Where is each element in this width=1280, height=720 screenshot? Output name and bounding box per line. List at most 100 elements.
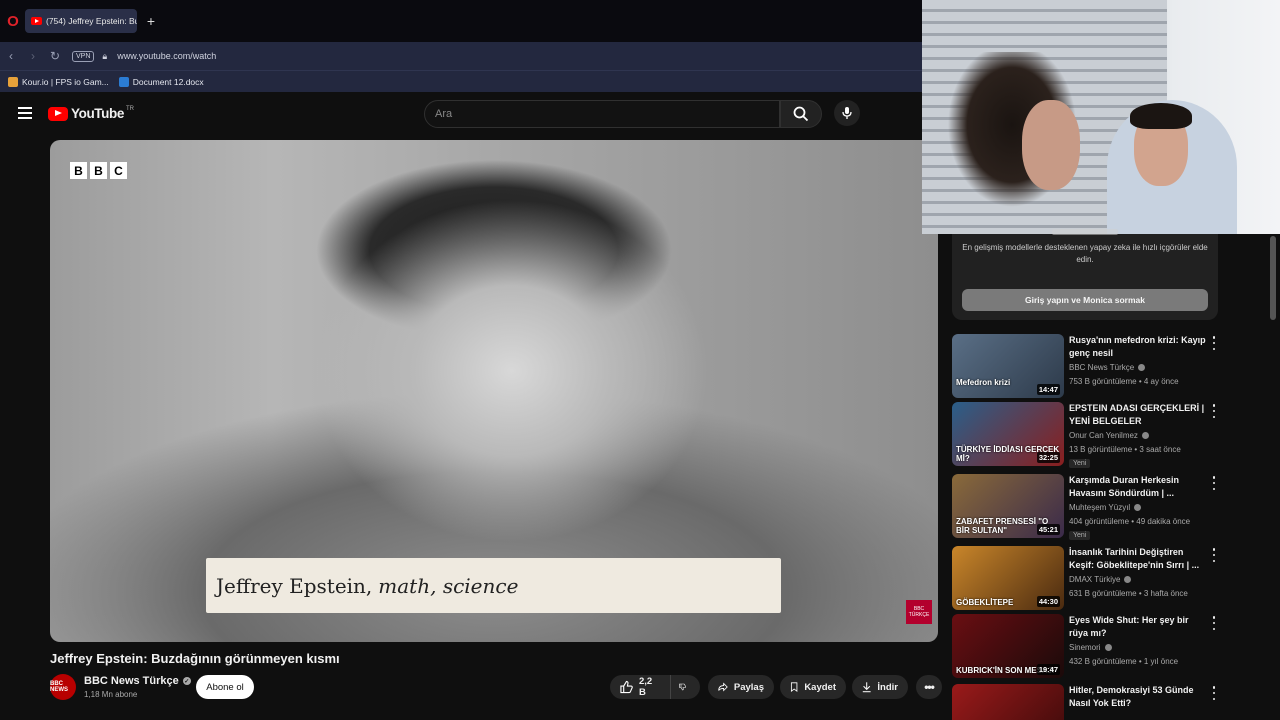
bookmark-label: Document 12.docx xyxy=(132,76,204,87)
browser-tab[interactable]: (754) Jeffrey Epstein: Buzdağının xyxy=(25,9,137,33)
download-button[interactable]: İndir xyxy=(852,675,908,699)
like-button[interactable]: 2,2 B xyxy=(610,675,670,699)
video-thumbnail[interactable]: KUBRICK'İN SON MESAJI 19:47 xyxy=(952,614,1064,678)
recommendation-channel-row[interactable]: Muhteşem Yüzyıl xyxy=(1069,503,1142,512)
youtube-wordmark: YouTube xyxy=(71,106,124,121)
forward-icon[interactable]: › xyxy=(22,49,44,63)
channel-avatar[interactable]: BBC NEWS xyxy=(50,674,76,700)
video-title: Jeffrey Epstein: Buzdağının görünmeyen k… xyxy=(50,651,340,666)
sidebar-scrollbar[interactable] xyxy=(1270,236,1276,320)
recommendation-title[interactable]: İnsanlık Tarihini Değiştiren Keşif: Göbe… xyxy=(1069,546,1209,572)
bookmark-label: Kour.io | FPS io Gam... xyxy=(22,76,109,87)
recommendation-item[interactable]: Mefedron krizi 14:47 Rusya'nın mefedron kr… xyxy=(952,334,1252,400)
webcam-face-left xyxy=(1022,100,1080,190)
subscriber-count: 1,18 Mn abone xyxy=(84,690,138,699)
recommendation-title[interactable]: Rusya'nın mefedron krizi: Kayıp genç nes… xyxy=(1069,334,1209,360)
recommendation-title[interactable]: Eyes Wide Shut: Her şey bir rüya mı? xyxy=(1069,614,1209,640)
verified-icon xyxy=(1124,576,1132,583)
recommendation-item[interactable]: ZABAFET PRENSESİ "O BİR SULTAN" 45:21 Karş… xyxy=(952,474,1252,540)
recommendation-channel-row[interactable]: DMAX Türkiye xyxy=(1069,575,1132,584)
webcam-hair-right xyxy=(1130,103,1192,129)
bookmark-icon xyxy=(790,682,798,692)
recommendation-item[interactable]: Hitler, Demokrasiyi 53 Günde Nasıl Yok E… xyxy=(952,684,1252,720)
channel-name: BBC News Türkçe xyxy=(84,675,179,687)
new-badge: Yeni xyxy=(1069,459,1091,468)
recommendation-channel: DMAX Türkiye xyxy=(1069,575,1121,584)
bbc-letter: B xyxy=(90,162,107,179)
recommendation-channel: Sinemori xyxy=(1069,643,1101,652)
opera-logo-icon[interactable]: O xyxy=(2,10,24,32)
microphone-icon xyxy=(842,107,852,119)
voice-search-button[interactable] xyxy=(834,100,860,126)
bookmark-favicon-icon xyxy=(8,76,18,87)
video-thumbnail[interactable]: ZABAFET PRENSESİ "O BİR SULTAN" 45:21 xyxy=(952,474,1064,538)
recommendation-title[interactable]: Hitler, Demokrasiyi 53 Günde Nasıl Yok E… xyxy=(1069,684,1209,710)
country-code: TR xyxy=(125,105,134,112)
more-vertical-icon[interactable] xyxy=(1210,336,1218,350)
verified-icon xyxy=(1141,432,1149,439)
recommendation-meta: 631 B görüntüleme • 3 hafta önce xyxy=(1069,589,1188,598)
more-vertical-icon[interactable] xyxy=(1210,548,1218,562)
bookmark-document[interactable]: Document 12.docx xyxy=(118,76,204,87)
recommendation-meta: 404 görüntüleme • 49 dakika önce xyxy=(1069,517,1191,526)
monica-title-fragment xyxy=(1052,229,1118,235)
verified-icon xyxy=(1134,504,1142,511)
subscribe-button[interactable]: Abone ol xyxy=(196,675,254,699)
video-caption: Jeffrey Epstein, math, science xyxy=(206,558,781,613)
video-duration: 19:47 xyxy=(1036,664,1060,675)
search-input[interactable] xyxy=(424,100,780,128)
menu-icon[interactable] xyxy=(18,107,32,119)
recommendation-title[interactable]: Karşımda Duran Herkesin Havasını Söndürd… xyxy=(1069,474,1209,500)
webcam-overlay xyxy=(922,0,1280,234)
video-thumbnail[interactable]: TÜRKİYE İDDİASI GERÇEK Mİ? 32:25 xyxy=(952,402,1064,466)
save-button[interactable]: Kaydet xyxy=(780,675,846,699)
browser-tab-bar: O (754) Jeffrey Epstein: Buzdağının + xyxy=(0,0,922,42)
like-count: 2,2 B xyxy=(638,676,653,698)
verified-icon: ✓ xyxy=(182,677,191,685)
video-thumbnail[interactable] xyxy=(952,684,1064,720)
download-icon xyxy=(862,682,871,693)
recommendation-item[interactable]: TÜRKİYE İDDİASI GERÇEK Mİ? 32:25 EPSTEIN A… xyxy=(952,402,1252,468)
video-duration: 45:21 xyxy=(1036,524,1060,535)
video-thumbnail[interactable]: GÖBEKLİTEPE 44:30 xyxy=(952,546,1064,610)
more-vertical-icon[interactable] xyxy=(1210,616,1218,630)
more-vertical-icon[interactable] xyxy=(1210,686,1218,700)
lock-icon[interactable]: 🔒︎ xyxy=(102,51,107,62)
url-field[interactable]: www.youtube.com/watch xyxy=(117,51,216,61)
bookmarks-bar: Kour.io | FPS io Gam... Document 12.docx xyxy=(0,70,922,92)
monica-panel: En gelişmiş modellerle desteklenen yapay… xyxy=(952,229,1218,320)
video-duration: 14:47 xyxy=(1036,384,1060,395)
video-thumbnail[interactable]: Mefedron krizi 14:47 xyxy=(952,334,1064,398)
bookmark-kour[interactable]: Kour.io | FPS io Gam... xyxy=(8,76,109,87)
more-vertical-icon[interactable] xyxy=(1210,476,1218,490)
recommendation-item[interactable]: KUBRICK'İN SON MESAJI 19:47 Eyes Wide Shut… xyxy=(952,614,1252,680)
vpn-badge[interactable]: VPN xyxy=(72,50,95,62)
share-button[interactable]: Paylaş xyxy=(708,675,774,699)
video-duration: 44:30 xyxy=(1036,596,1060,607)
recommendation-channel-row[interactable]: BBC News Türkçe xyxy=(1069,363,1146,372)
recommendation-channel-row[interactable]: Onur Can Yenilmez xyxy=(1069,431,1149,440)
search-button[interactable] xyxy=(780,100,822,128)
recommendation-title[interactable]: EPSTEIN ADASI GERÇEKLERİ | YENİ BELGELER xyxy=(1069,402,1209,428)
recommendation-meta: 13 B görüntüleme • 3 saat önce xyxy=(1069,445,1181,454)
tab-title: (754) Jeffrey Epstein: Buzdağının xyxy=(46,16,137,26)
back-icon[interactable]: ‹ xyxy=(0,49,22,63)
video-player[interactable]: B B C Jeffrey Epstein, math, science BBC… xyxy=(50,140,938,642)
recommendation-item[interactable]: GÖBEKLİTEPE 44:30 İnsanlık Tarihini Değişt… xyxy=(952,546,1252,612)
recommendation-channel-row[interactable]: Sinemori xyxy=(1069,643,1112,652)
youtube-logo[interactable]: YouTube TR xyxy=(48,106,134,121)
monica-login-button[interactable]: Giriş yapın ve Monica sormak xyxy=(962,289,1208,311)
more-vertical-icon[interactable] xyxy=(1210,404,1218,418)
thumbs-up-icon xyxy=(620,680,633,694)
caption-plain: Jeffrey Epstein, xyxy=(216,573,373,598)
reload-icon[interactable]: ↻ xyxy=(44,49,66,63)
channel-name-row[interactable]: BBC News Türkçe ✓ xyxy=(84,675,191,687)
verified-icon xyxy=(1104,644,1112,651)
download-label: İndir xyxy=(877,681,898,693)
new-tab-button[interactable]: + xyxy=(141,13,161,29)
more-actions-button[interactable]: ••• xyxy=(916,675,942,699)
thumbnail-overlay-text: Mefedron krizi xyxy=(956,378,1011,387)
recommendation-channel: Muhteşem Yüzyıl xyxy=(1069,503,1131,512)
video-duration: 32:25 xyxy=(1036,452,1060,463)
dislike-button[interactable] xyxy=(670,675,700,699)
